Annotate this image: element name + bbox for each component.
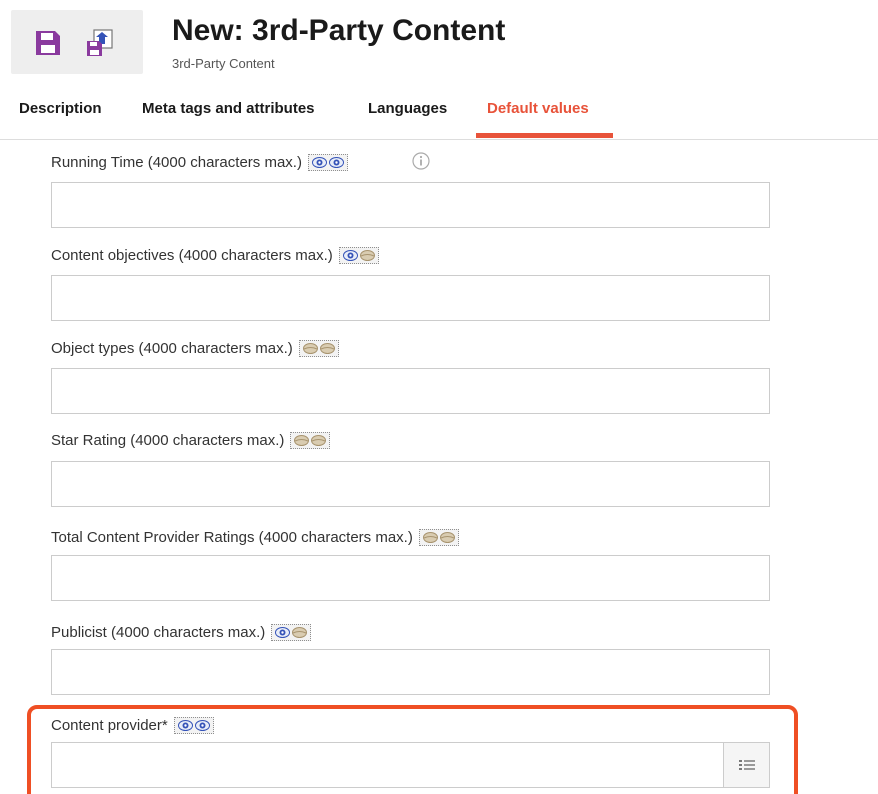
eye-closed-icon [311, 435, 327, 446]
field-label-text: Content objectives (4000 characters max.… [51, 247, 333, 264]
field-label-total-ratings: Total Content Provider Ratings (4000 cha… [51, 529, 459, 546]
field-label-publicist: Publicist (4000 characters max.) [51, 624, 312, 641]
field-label-content-provider: Content provider* [51, 717, 214, 734]
running-time-input[interactable] [51, 182, 770, 228]
field-label-text: Object types (4000 characters max.) [51, 340, 293, 357]
info-icon[interactable] [412, 152, 430, 170]
tab-meta-tags[interactable]: Meta tags and attributes [142, 100, 315, 117]
field-label-content-objectives: Content objectives (4000 characters max.… [51, 247, 379, 264]
eye-closed-icon [302, 343, 318, 354]
field-label-running-time: Running Time (4000 characters max.) [51, 154, 348, 171]
toolbar [11, 10, 143, 74]
active-tab-indicator [476, 133, 613, 138]
eye-open-icon [275, 627, 291, 638]
visibility-toggle[interactable] [338, 247, 379, 264]
content-provider-input[interactable] [51, 742, 724, 788]
eye-closed-icon [439, 532, 455, 543]
save-button[interactable] [31, 26, 65, 60]
tab-bar: Description Meta tags and attributes Lan… [0, 92, 878, 140]
field-label-text: Content provider* [51, 717, 168, 734]
field-label-object-types: Object types (4000 characters max.) [51, 340, 339, 357]
total-ratings-input[interactable] [51, 555, 770, 601]
eye-closed-icon [319, 343, 335, 354]
floppy-disk-icon [36, 31, 60, 55]
visibility-toggle[interactable] [298, 340, 339, 357]
star-rating-input[interactable] [51, 461, 770, 507]
eye-open-icon [342, 250, 358, 261]
eye-open-icon [177, 720, 193, 731]
save-publish-icon [87, 29, 113, 56]
tab-default-values[interactable]: Default values [487, 100, 589, 117]
eye-closed-icon [359, 250, 375, 261]
field-label-text: Star Rating (4000 characters max.) [51, 432, 285, 449]
visibility-toggle[interactable] [307, 154, 348, 171]
visibility-toggle[interactable] [418, 529, 459, 546]
field-label-text: Publicist (4000 characters max.) [51, 624, 266, 641]
page-title: New: 3rd-Party Content [172, 14, 506, 47]
tab-description[interactable]: Description [19, 100, 102, 117]
eye-open-icon [328, 157, 344, 168]
publicist-input[interactable] [51, 649, 770, 695]
visibility-toggle[interactable] [173, 717, 214, 734]
list-select-icon [738, 760, 755, 770]
eye-closed-icon [292, 627, 308, 638]
object-types-input[interactable] [51, 368, 770, 414]
save-as-button[interactable] [83, 26, 117, 60]
eye-open-icon [311, 157, 327, 168]
field-label-text: Running Time (4000 characters max.) [51, 154, 302, 171]
field-label-text: Total Content Provider Ratings (4000 cha… [51, 529, 413, 546]
page-subtitle: 3rd-Party Content [172, 56, 275, 71]
tab-languages[interactable]: Languages [368, 100, 447, 117]
eye-closed-icon [422, 532, 438, 543]
visibility-toggle[interactable] [271, 624, 312, 641]
eye-open-icon [194, 720, 210, 731]
eye-closed-icon [294, 435, 310, 446]
content-provider-lookup-button[interactable] [723, 742, 770, 788]
visibility-toggle[interactable] [290, 432, 331, 449]
content-objectives-input[interactable] [51, 275, 770, 321]
field-label-star-rating: Star Rating (4000 characters max.) [51, 432, 331, 449]
